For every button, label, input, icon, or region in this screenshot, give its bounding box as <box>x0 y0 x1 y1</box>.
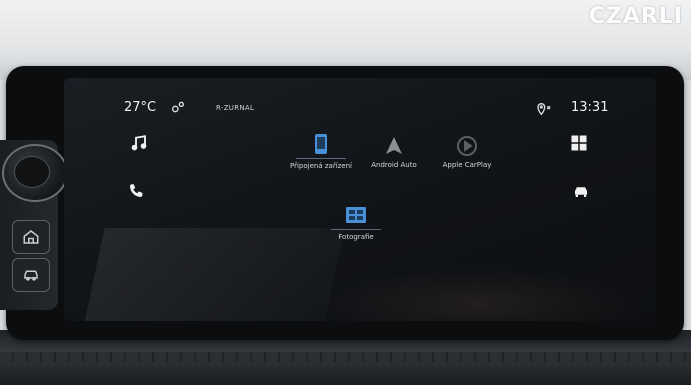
apps-grid-icon[interactable] <box>570 134 588 152</box>
screen-reflection <box>314 268 644 321</box>
volume-knob-center <box>14 156 50 188</box>
tile-divider <box>296 158 346 159</box>
tile-connected-devices[interactable]: Připojená zařízení <box>281 132 361 171</box>
tile-label: Android Auto <box>371 161 417 169</box>
clock: 13:31 <box>571 100 609 115</box>
screen-reflection <box>83 228 345 321</box>
home-icon <box>23 230 39 244</box>
tile-android-auto[interactable]: Android Auto <box>354 134 434 170</box>
connected-devices-icon <box>315 134 327 154</box>
car-hardware-button[interactable] <box>12 258 50 292</box>
car-icon <box>24 270 38 281</box>
tile-divider <box>331 229 381 230</box>
location-icon[interactable] <box>536 102 552 116</box>
photos-icon <box>346 207 366 223</box>
tile-label: Připojená zařízení <box>290 162 352 170</box>
settings-icon[interactable] <box>170 100 186 114</box>
infotainment-screen: 27°C R-ZURNAL 13:31 Připojená zařízení A… <box>64 78 656 321</box>
volume-knob[interactable] <box>2 144 68 202</box>
music-icon[interactable] <box>130 134 148 152</box>
android-auto-icon <box>386 137 402 154</box>
phone-icon[interactable] <box>127 182 145 200</box>
tile-apple-carplay[interactable]: Apple CarPlay <box>427 134 507 170</box>
tile-label: Fotografie <box>338 233 374 241</box>
dashboard-vent <box>0 352 691 362</box>
car-icon[interactable] <box>572 182 590 200</box>
background-sign: CZARLI <box>588 4 683 29</box>
apple-carplay-icon <box>457 136 477 156</box>
audio-source-label[interactable]: R-ZURNAL <box>216 104 254 112</box>
home-hardware-button[interactable] <box>12 220 50 254</box>
tile-label: Apple CarPlay <box>442 161 492 169</box>
tile-photos[interactable]: Fotografie <box>316 203 396 242</box>
outside-temperature: 27°C <box>124 100 157 115</box>
